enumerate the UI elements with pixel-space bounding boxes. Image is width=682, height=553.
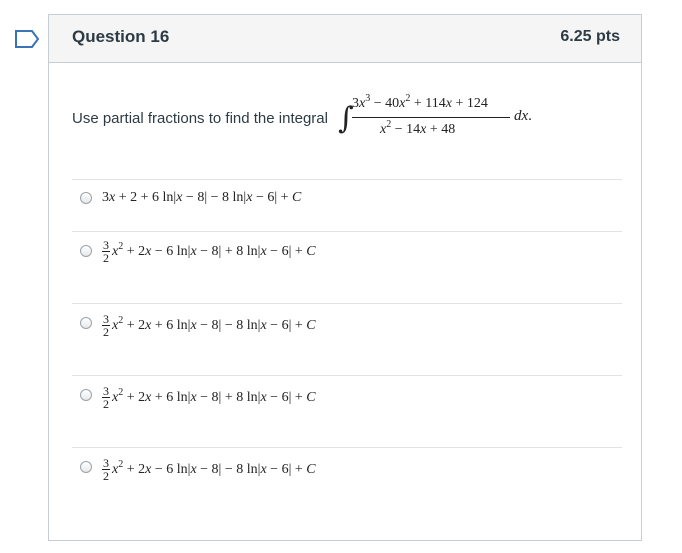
divider — [72, 179, 622, 180]
radio-button[interactable] — [80, 461, 92, 473]
answer-text: 3 2 x2 + 2x − 6 ln|x − 8| + 8 ln|x − 6| + … — [102, 238, 316, 265]
divider — [72, 375, 622, 376]
integral-denominator: x2 − 14x + 48 — [380, 119, 456, 138]
radio-button[interactable] — [80, 389, 92, 401]
divider — [72, 303, 622, 304]
integral-differential: dx. — [514, 108, 532, 124]
answer-text: 3 2 x2 + 2x + 6 ln|x − 8| − 8 ln|x − 6| + … — [102, 312, 316, 339]
divider — [72, 447, 622, 448]
answer-option-1[interactable]: 3x + 2 + 6 ln|x − 8| − 8 ln|x − 6| + C — [72, 181, 622, 241]
fraction-bar — [352, 117, 510, 118]
integral-expression: ∫ 3x3 − 40x2 + 114x + 124 x2 − 14x + 48 … — [338, 93, 568, 157]
integral-numerator: 3x3 − 40x2 + 114x + 124 — [352, 93, 488, 112]
answer-option-5[interactable]: 3 2 x2 + 2x − 6 ln|x − 8| − 8 ln|x − 6| + … — [72, 449, 622, 509]
question-card: Question 16 6.25 pts Use partial fractio… — [48, 14, 642, 541]
question-points: 6.25 pts — [560, 28, 620, 45]
question-header: Question 16 6.25 pts — [49, 15, 641, 63]
answer-text: 3 2 x2 + 2x + 6 ln|x − 8| + 8 ln|x − 6| + … — [102, 384, 316, 411]
answer-text: 3x + 2 + 6 ln|x − 8| − 8 ln|x − 6| + C — [102, 190, 302, 205]
answer-text: 3 2 x2 + 2x − 6 ln|x − 8| − 8 ln|x − 6| + … — [102, 456, 316, 483]
answer-option-3[interactable]: 3 2 x2 + 2x + 6 ln|x − 8| − 8 ln|x − 6| + … — [72, 305, 622, 365]
answer-option-4[interactable]: 3 2 x2 + 2x + 6 ln|x − 8| + 8 ln|x − 6| + … — [72, 377, 622, 437]
radio-button[interactable] — [80, 245, 92, 257]
question-prompt: Use partial fractions to find the integr… — [72, 110, 328, 127]
question-title: Question 16 — [72, 27, 170, 46]
radio-button[interactable] — [80, 192, 92, 204]
divider — [72, 231, 622, 232]
flag-question-icon[interactable] — [14, 29, 40, 49]
answer-option-2[interactable]: 3 2 x2 + 2x − 6 ln|x − 8| + 8 ln|x − 6| + … — [72, 233, 622, 293]
radio-button[interactable] — [80, 317, 92, 329]
